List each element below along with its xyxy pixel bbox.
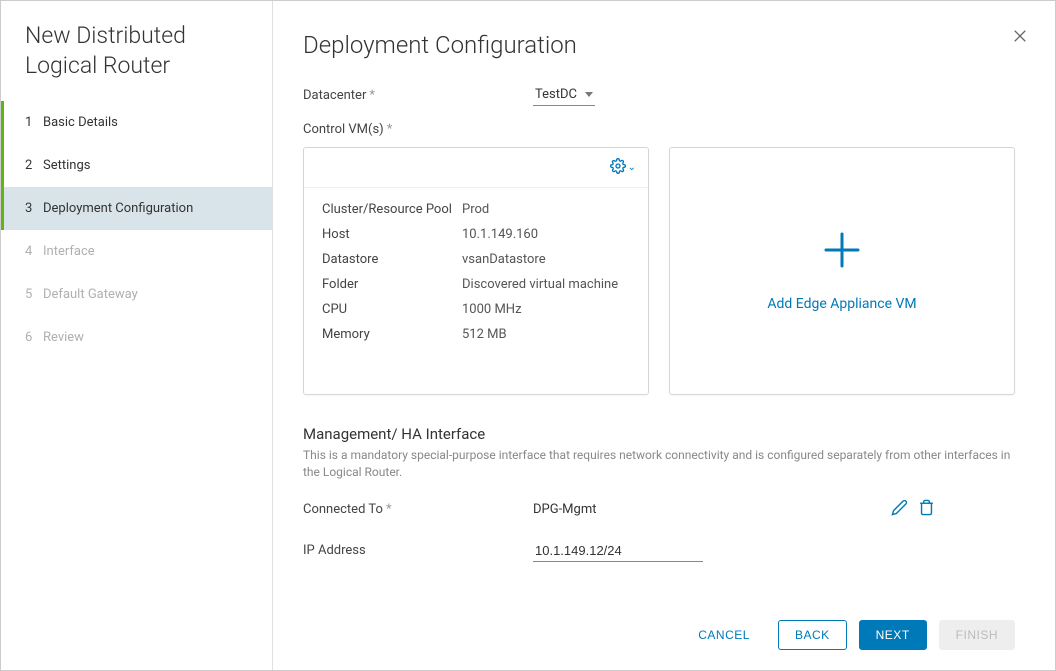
step-default-gateway: 5 Default Gateway <box>1 273 272 316</box>
mgmt-section-title: Management/ HA Interface <box>303 425 1015 443</box>
vm-card-body: Cluster/Resource Pool Prod Host 10.1.149… <box>304 188 648 366</box>
step-num: 2 <box>25 158 43 173</box>
gear-icon <box>610 158 626 178</box>
vm-host-row: Host 10.1.149.160 <box>322 227 630 242</box>
vm-cpu-row: CPU 1000 MHz <box>322 302 630 317</box>
vm-folder-value: Discovered virtual machine <box>462 277 630 292</box>
step-num: 1 <box>25 115 43 130</box>
required-indicator: * <box>386 502 392 517</box>
add-edge-label: Add Edge Appliance VM <box>767 296 916 312</box>
step-label: Basic Details <box>43 115 118 130</box>
step-deployment-configuration[interactable]: 3 Deployment Configuration <box>1 187 272 230</box>
edit-icon[interactable] <box>891 499 908 520</box>
vm-cluster-label: Cluster/Resource Pool <box>322 202 462 217</box>
ip-address-input[interactable] <box>533 540 703 562</box>
datacenter-row: Datacenter* TestDC <box>303 85 1015 106</box>
finish-button: FINISH <box>939 620 1015 650</box>
chevron-down-icon: ⌄ <box>628 162 636 173</box>
vm-card-header: ⌄ <box>304 148 648 188</box>
step-num: 4 <box>25 244 43 259</box>
required-indicator: * <box>369 88 375 103</box>
step-review: 6 Review <box>1 316 272 359</box>
step-label: Settings <box>43 158 90 173</box>
close-icon[interactable] <box>1009 25 1031 51</box>
connected-to-label-text: Connected To <box>303 502 383 517</box>
ip-address-row: IP Address <box>303 540 1015 562</box>
wizard-sidebar: New Distributed Logical Router 1 Basic D… <box>1 1 273 670</box>
datacenter-label-text: Datacenter <box>303 88 366 103</box>
step-num: 3 <box>25 201 43 216</box>
step-label: Default Gateway <box>43 287 138 302</box>
datacenter-select[interactable]: TestDC <box>533 85 595 106</box>
step-interface: 4 Interface <box>1 230 272 273</box>
page-title: Deployment Configuration <box>303 31 1015 59</box>
control-vm-label-text: Control VM(s) <box>303 122 384 137</box>
vm-datastore-value: vsanDatastore <box>462 252 630 267</box>
connected-to-label: Connected To* <box>303 502 533 517</box>
step-label: Review <box>43 330 84 345</box>
vm-cards: ⌄ Cluster/Resource Pool Prod Host 10.1.1… <box>303 147 1015 395</box>
vm-cluster-row: Cluster/Resource Pool Prod <box>322 202 630 217</box>
add-edge-appliance-card[interactable]: Add Edge Appliance VM <box>669 147 1015 395</box>
wizard-title: New Distributed Logical Router <box>1 21 272 101</box>
datacenter-label: Datacenter* <box>303 88 533 103</box>
vm-cluster-value: Prod <box>462 202 630 217</box>
vm-datastore-label: Datastore <box>322 252 462 267</box>
mgmt-section-desc: This is a mandatory special-purpose inte… <box>303 447 1015 481</box>
vm-cpu-value: 1000 MHz <box>462 302 630 317</box>
vm-memory-row: Memory 512 MB <box>322 327 630 342</box>
trash-icon[interactable] <box>918 499 935 520</box>
main-panel: Deployment Configuration Datacenter* Tes… <box>273 1 1055 670</box>
step-list: 1 Basic Details 2 Settings 3 Deployment … <box>1 101 272 359</box>
next-button[interactable]: NEXT <box>859 620 927 650</box>
step-label: Deployment Configuration <box>43 201 193 216</box>
plus-icon <box>822 230 862 274</box>
vm-datastore-row: Datastore vsanDatastore <box>322 252 630 267</box>
cancel-button[interactable]: CANCEL <box>682 620 766 650</box>
wizard-footer: CANCEL BACK NEXT FINISH <box>303 602 1015 650</box>
control-vm-label: Control VM(s)* <box>303 122 533 137</box>
required-indicator: * <box>387 122 393 137</box>
vm-host-label: Host <box>322 227 462 242</box>
vm-settings-button[interactable]: ⌄ <box>610 158 636 178</box>
vm-cpu-label: CPU <box>322 302 462 317</box>
vm-folder-row: Folder Discovered virtual machine <box>322 277 630 292</box>
connected-to-row: Connected To* DPG-Mgmt <box>303 499 1015 520</box>
step-settings[interactable]: 2 Settings <box>1 144 272 187</box>
vm-folder-label: Folder <box>322 277 462 292</box>
connected-to-value: DPG-Mgmt <box>533 502 596 517</box>
step-num: 5 <box>25 287 43 302</box>
vm-card: ⌄ Cluster/Resource Pool Prod Host 10.1.1… <box>303 147 649 395</box>
ip-address-label: IP Address <box>303 543 533 558</box>
step-basic-details[interactable]: 1 Basic Details <box>1 101 272 144</box>
back-button[interactable]: BACK <box>778 620 847 650</box>
vm-memory-value: 512 MB <box>462 327 630 342</box>
vm-memory-label: Memory <box>322 327 462 342</box>
step-label: Interface <box>43 244 95 259</box>
wizard-modal: New Distributed Logical Router 1 Basic D… <box>0 0 1056 671</box>
connected-to-actions <box>891 499 935 520</box>
control-vm-row: Control VM(s)* <box>303 122 1015 137</box>
vm-host-value: 10.1.149.160 <box>462 227 630 242</box>
step-num: 6 <box>25 330 43 345</box>
